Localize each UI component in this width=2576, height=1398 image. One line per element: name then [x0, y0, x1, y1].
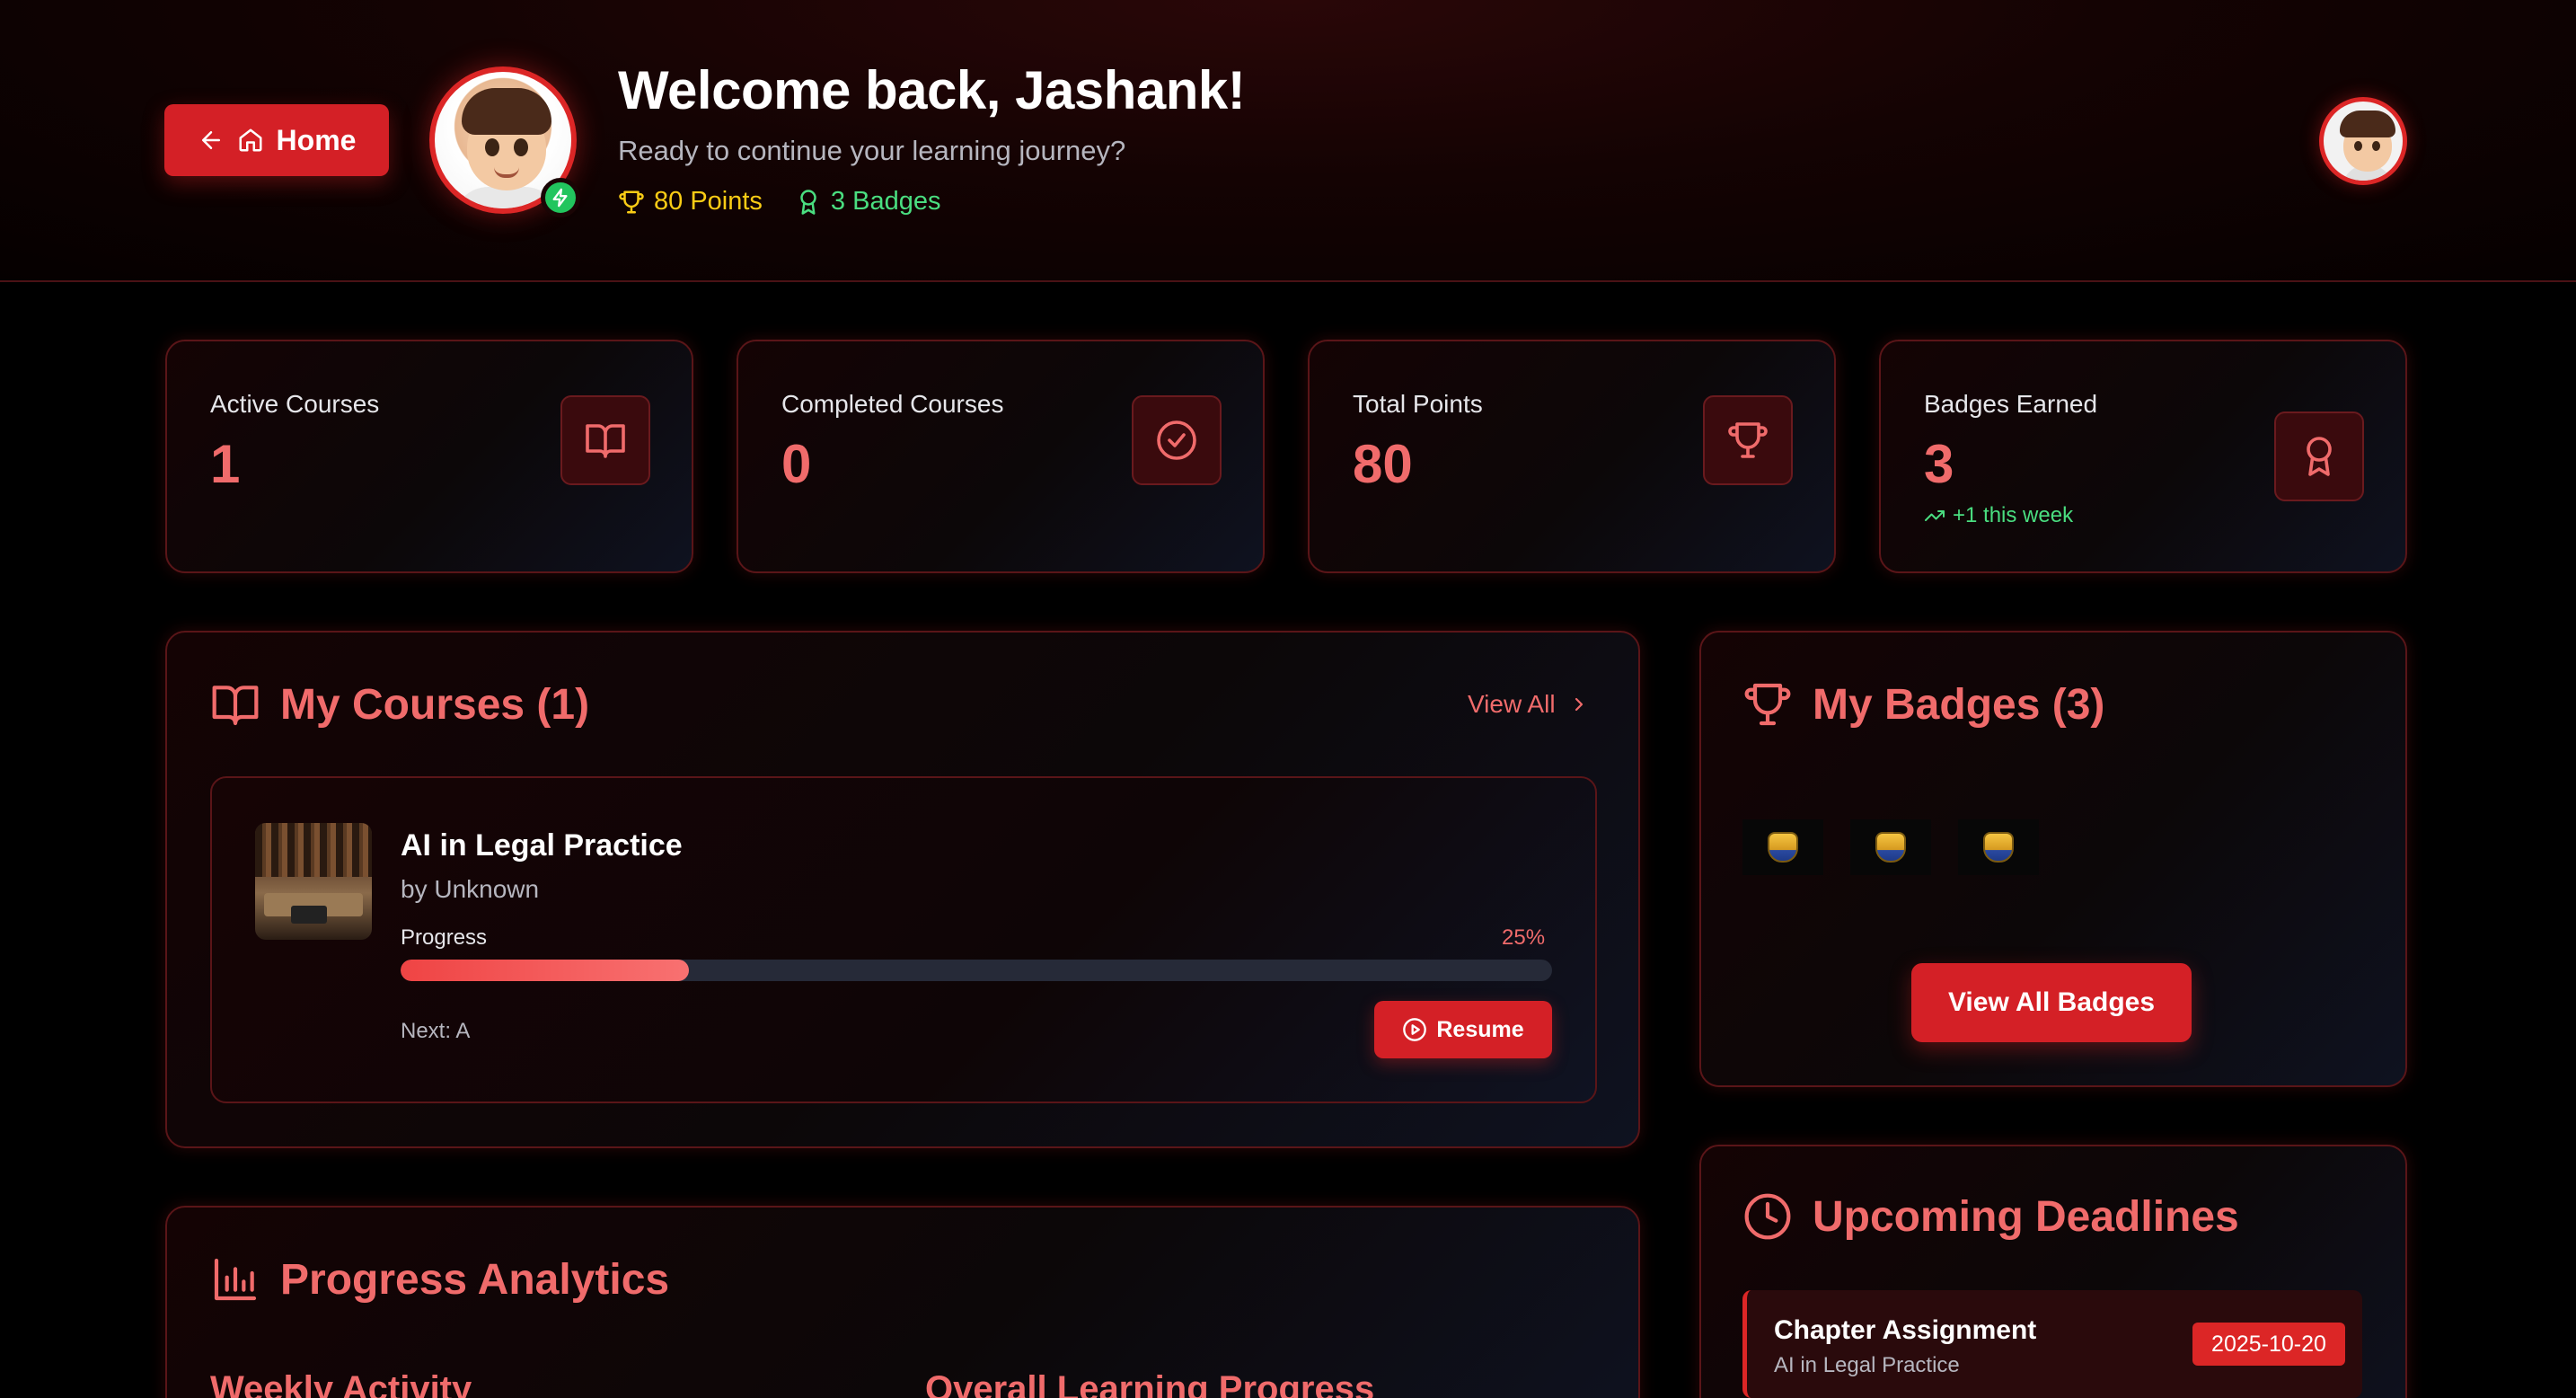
award-icon — [2274, 411, 2364, 501]
trophy-icon — [1744, 683, 1791, 726]
page-title: Welcome back, Jashank! — [618, 60, 1246, 120]
progress-percent: 25% — [1502, 925, 1546, 950]
deadline-item[interactable]: Chapter Assignment AI in Legal Practice … — [1742, 1290, 2362, 1398]
badges-stat: 3 Badges — [795, 187, 941, 217]
points-label: 80 Points — [654, 187, 763, 216]
badge-shield-icon — [1983, 832, 2014, 863]
stat-label: Completed Courses — [781, 390, 1004, 418]
book-open-icon — [212, 686, 259, 726]
stat-value: 0 — [781, 434, 812, 494]
progress-analytics-label: Progress Analytics — [280, 1255, 670, 1304]
stat-card-total-points: Total Points 80 — [1308, 340, 1836, 573]
weekly-activity-heading: Weekly Activity — [210, 1369, 472, 1398]
course-title: AI in Legal Practice — [401, 828, 683, 863]
resume-button[interactable]: Resume — [1374, 1001, 1552, 1058]
progress-bar-fill — [401, 960, 689, 981]
view-all-badges-label: View All Badges — [1947, 987, 2156, 1017]
online-status-icon — [541, 178, 580, 217]
progress-label: Progress — [401, 925, 488, 950]
view-all-courses-link[interactable]: View All — [1468, 690, 1590, 719]
stat-value: 3 — [1924, 434, 1954, 494]
my-badges-title: My Badges (3) — [1742, 679, 2104, 730]
deadline-title: Chapter Assignment — [1774, 1315, 2037, 1345]
my-badges-title-label: My Badges (3) — [1813, 680, 2105, 729]
my-courses-title: My Courses (1) — [210, 679, 589, 730]
deadline-course: AI in Legal Practice — [1774, 1353, 1960, 1377]
my-courses-title-label: My Courses (1) — [280, 680, 590, 729]
badge-item[interactable] — [1742, 819, 1823, 875]
deadline-date-badge: 2025-10-20 — [2192, 1323, 2345, 1366]
upcoming-deadlines-title: Upcoming Deadlines — [1742, 1191, 2239, 1242]
trophy-icon — [1703, 395, 1793, 485]
profile-avatar[interactable] — [2319, 97, 2407, 185]
stat-trend-label: +1 this week — [1953, 503, 2074, 527]
stat-value: 80 — [1353, 434, 1413, 494]
stat-label: Active Courses — [210, 390, 380, 418]
bar-chart-icon — [214, 1258, 257, 1301]
next-lesson: Next: A — [401, 1019, 471, 1043]
progress-bar — [401, 960, 1552, 981]
badge-shield-icon — [1875, 832, 1906, 863]
home-button[interactable]: Home — [164, 104, 389, 176]
badge-item[interactable] — [1850, 819, 1931, 875]
progress-analytics-title: Progress Analytics — [210, 1254, 669, 1305]
award-icon — [800, 189, 816, 215]
resume-label: Resume — [1436, 1016, 1524, 1042]
badges-label: 3 Badges — [830, 187, 941, 216]
home-icon — [239, 128, 262, 152]
stat-card-active-courses: Active Courses 1 — [165, 340, 693, 573]
play-circle-icon — [1403, 1018, 1427, 1041]
stat-trend: +1 this week — [1924, 503, 2073, 528]
upcoming-deadlines-label: Upcoming Deadlines — [1813, 1192, 2239, 1241]
overall-progress-heading: Overall Learning Progress — [925, 1369, 1375, 1398]
stat-label: Total Points — [1353, 390, 1483, 418]
stat-value: 1 — [210, 434, 241, 494]
view-all-badges-button[interactable]: View All Badges — [1911, 963, 2192, 1042]
badge-shield-icon — [1768, 832, 1798, 863]
book-open-icon — [560, 395, 650, 485]
user-stats: 80 Points 3 Badges — [618, 187, 940, 217]
stat-label: Badges Earned — [1924, 390, 2098, 418]
stat-card-badges-earned: Badges Earned 3 +1 this week — [1879, 340, 2407, 573]
check-circle-icon — [1132, 395, 1222, 485]
stat-card-completed-courses: Completed Courses 0 — [737, 340, 1265, 573]
trophy-icon — [619, 190, 644, 213]
badge-item[interactable] — [1958, 819, 2039, 875]
page-header: Home Welcome back, Jashank! Ready to con… — [0, 0, 2576, 282]
page-subtitle: Ready to continue your learning journey? — [618, 135, 1126, 166]
chevron-right-icon — [1575, 697, 1583, 712]
home-button-label: Home — [276, 123, 357, 156]
clock-icon — [1744, 1193, 1791, 1240]
view-all-label: View All — [1468, 690, 1556, 718]
points-stat: 80 Points — [618, 187, 763, 217]
trending-up-icon — [1925, 510, 1945, 521]
arrow-left-icon — [201, 131, 220, 149]
course-card[interactable]: AI in Legal Practice by Unknown Progress… — [210, 776, 1597, 1103]
course-thumbnail — [255, 823, 372, 940]
course-author: by Unknown — [401, 875, 540, 903]
